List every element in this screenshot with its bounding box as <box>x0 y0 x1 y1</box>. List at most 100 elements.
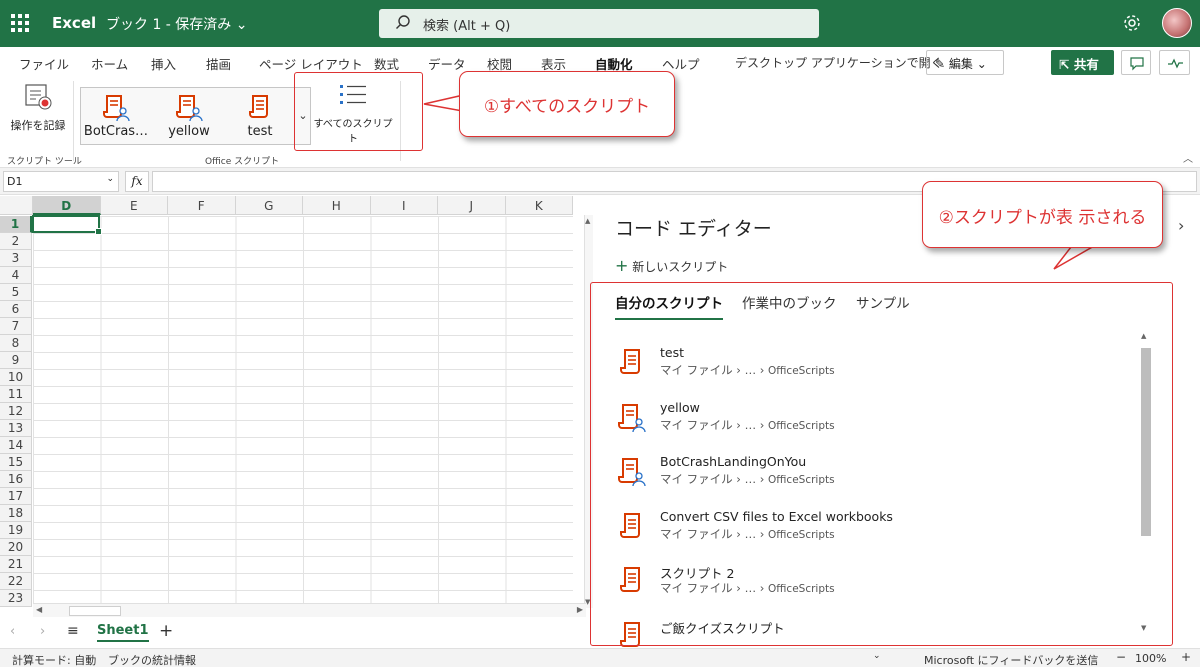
column-header-h[interactable]: H <box>303 196 371 215</box>
column-header-g[interactable]: G <box>235 196 303 215</box>
row-header-13[interactable]: 13 <box>0 420 32 437</box>
ribbon-divider <box>73 81 74 161</box>
chevron-down-icon: ⌄ <box>106 174 114 184</box>
row-header-12[interactable]: 12 <box>0 403 32 420</box>
search-input[interactable]: 検索 (Alt + Q) <box>379 9 819 38</box>
callout-all-scripts: ①すべてのスクリプト <box>459 71 675 137</box>
gallery-item-yellow[interactable]: yellow <box>154 94 224 142</box>
new-script-button[interactable]: + 新しいスクリプト <box>615 256 728 275</box>
shared-script-icon <box>176 95 203 122</box>
add-sheet-icon[interactable]: + <box>159 621 173 641</box>
comments-button[interactable] <box>1121 50 1151 75</box>
column-header-f[interactable]: F <box>168 196 236 215</box>
script-icon <box>249 95 268 118</box>
record-actions-button[interactable]: 操作を記録 <box>8 83 68 133</box>
comment-icon <box>1130 57 1144 71</box>
gallery-item-botcrash[interactable]: BotCras… <box>81 94 151 142</box>
activity-button[interactable] <box>1159 50 1190 75</box>
highlight-box-script-list <box>590 282 1173 646</box>
row-header-21[interactable]: 21 <box>0 556 32 573</box>
workbook-stats[interactable]: ブックの統計情報 <box>108 652 196 668</box>
title-bar: Excel ブック 1 - 保存済み ⌄ 検索 (Alt + Q) <box>0 0 1200 47</box>
script-gallery: BotCras… yellow test <box>80 87 311 145</box>
scroll-left-icon[interactable]: ◀ <box>36 605 42 614</box>
tab-page-layout[interactable]: ページ レイアウト <box>259 54 363 73</box>
record-icon <box>25 84 52 110</box>
app-name[interactable]: Excel <box>52 14 96 32</box>
column-header-j[interactable]: J <box>438 196 506 215</box>
activity-icon <box>1168 58 1183 69</box>
row-header-18[interactable]: 18 <box>0 505 32 522</box>
tab-help[interactable]: ヘルプ <box>662 54 700 73</box>
plus-icon: + <box>615 256 629 275</box>
row-header-8[interactable]: 8 <box>0 335 32 352</box>
scroll-right-icon[interactable]: ▶ <box>577 605 583 614</box>
callout-scripts-shown: ②スクリプトが表 示される <box>922 181 1163 248</box>
sheet-tab-sheet1[interactable]: Sheet1 <box>97 623 149 642</box>
scroll-up-icon[interactable]: ▲ <box>585 217 590 225</box>
highlight-box-all-scripts <box>294 72 423 151</box>
search-icon <box>395 14 411 34</box>
row-header-17[interactable]: 17 <box>0 488 32 505</box>
edit-mode-button[interactable]: ✎ 編集 ⌄ <box>926 50 1004 75</box>
group-label-office-scripts: Office スクリプト <box>205 157 280 167</box>
pencil-icon: ✎ <box>935 57 946 71</box>
cell-area[interactable] <box>33 216 573 608</box>
zoom-level[interactable]: 100% <box>1135 652 1166 665</box>
row-header-23[interactable]: 23 <box>0 590 32 607</box>
zoom-in-icon[interactable]: + <box>1181 650 1191 664</box>
row-header-20[interactable]: 20 <box>0 539 32 556</box>
row-header-1[interactable]: 1 <box>0 216 32 233</box>
row-header-14[interactable]: 14 <box>0 437 32 454</box>
next-sheet-icon[interactable]: › <box>40 624 45 639</box>
open-desktop-link[interactable]: デスクトップ アプリケーションで開く <box>735 54 943 71</box>
user-avatar[interactable] <box>1162 8 1192 38</box>
settings-gear-icon[interactable] <box>1122 13 1142 37</box>
chevron-down-icon: ⌄ <box>235 17 248 33</box>
calc-mode[interactable]: 計算モード: 自動 <box>12 652 96 668</box>
tab-file[interactable]: ファイル <box>19 54 69 73</box>
column-header-d[interactable]: D <box>33 196 101 215</box>
active-cell[interactable] <box>32 215 102 235</box>
chevron-right-icon[interactable]: › <box>1178 216 1184 235</box>
tab-draw[interactable]: 描画 <box>206 54 231 73</box>
column-header-k[interactable]: K <box>505 196 573 215</box>
row-header-22[interactable]: 22 <box>0 573 32 590</box>
share-icon: ⇱ <box>1059 57 1070 72</box>
tab-home[interactable]: ホーム <box>91 54 128 73</box>
row-header-4[interactable]: 4 <box>0 267 32 284</box>
prev-sheet-icon[interactable]: ‹ <box>10 624 15 639</box>
insert-function-button[interactable]: fx <box>125 171 149 192</box>
row-header-11[interactable]: 11 <box>0 386 32 403</box>
all-sheets-menu-icon[interactable]: ≡ <box>67 623 79 639</box>
column-header-e[interactable]: E <box>100 196 168 215</box>
share-button[interactable]: ⇱ 共有 <box>1051 50 1114 75</box>
row-header-16[interactable]: 16 <box>0 471 32 488</box>
horizontal-scroll-thumb[interactable] <box>69 606 121 616</box>
collapse-ribbon-chevron-icon[interactable]: ︿ <box>1183 150 1193 165</box>
column-header-i[interactable]: I <box>370 196 438 215</box>
spreadsheet-grid: DEFGHIJK 1 2 3 4 5 6 7 8 9 10 11 12 13 14 15 16 17 18 19 20… <box>0 196 593 621</box>
sheet-tab-bar: ‹ › ≡ Sheet1 + <box>0 620 593 646</box>
chevron-down-icon: ⌄ <box>976 57 987 71</box>
select-all-corner[interactable] <box>0 196 33 215</box>
row-header-9[interactable]: 9 <box>0 352 32 369</box>
tab-data[interactable]: データ <box>428 54 466 73</box>
shared-script-icon <box>103 95 130 122</box>
name-box[interactable]: D1 ⌄ <box>3 171 119 192</box>
document-title[interactable]: ブック 1 - 保存済み ⌄ <box>106 14 248 34</box>
pane-title: コード エディター <box>615 218 772 240</box>
row-header-10[interactable]: 10 <box>0 369 32 386</box>
row-header-3[interactable]: 3 <box>0 250 32 267</box>
row-header-15[interactable]: 15 <box>0 454 32 471</box>
app-launcher-icon[interactable] <box>11 14 29 32</box>
row-header-19[interactable]: 19 <box>0 522 32 539</box>
row-header-5[interactable]: 5 <box>0 284 32 301</box>
row-header-7[interactable]: 7 <box>0 318 32 335</box>
row-header-6[interactable]: 6 <box>0 301 32 318</box>
horizontal-scrollbar[interactable]: ◀ ▶ <box>33 603 586 617</box>
row-header-2[interactable]: 2 <box>0 233 32 250</box>
tab-formulas[interactable]: 数式 <box>374 54 399 73</box>
tab-insert[interactable]: 挿入 <box>151 54 176 73</box>
gallery-item-test[interactable]: test <box>225 94 295 142</box>
